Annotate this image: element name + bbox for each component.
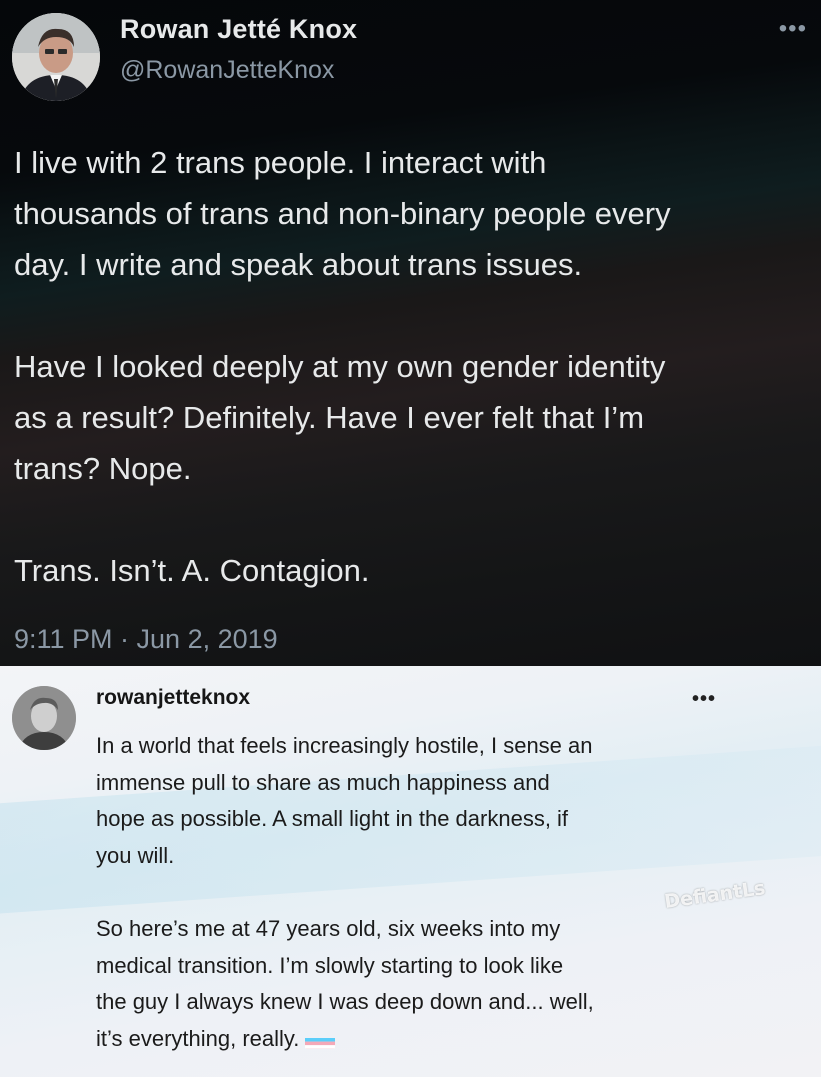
avatar[interactable] (12, 13, 100, 101)
transgender-flag-icon (305, 1031, 336, 1049)
user-handle[interactable]: @RowanJetteKnox (120, 56, 334, 85)
tweet-timestamp[interactable]: 9:11 PM · Jun 2, 2019 (14, 624, 278, 655)
caption-paragraph: In a world that feels increasingly hosti… (96, 733, 593, 868)
post-card: rowanjetteknox ••• In a world that feels… (0, 666, 821, 1077)
ellipsis-icon[interactable]: ••• (692, 688, 716, 711)
avatar[interactable] (12, 686, 76, 750)
tweet-card: Rowan Jetté Knox @RowanJetteKnox ••• I l… (0, 0, 821, 666)
tweet-text: I live with 2 trans people. I interact w… (14, 137, 814, 596)
display-name[interactable]: Rowan Jetté Knox (120, 14, 357, 45)
ellipsis-icon[interactable]: ••• (779, 17, 807, 41)
tweet-paragraph: Trans. Isn’t. A. Contagion. (14, 553, 370, 588)
avatar-image (12, 13, 100, 101)
caption-paragraph: So here’s me at 47 years old, six weeks … (96, 911, 756, 1057)
tweet-paragraph: Have I looked deeply at my own gender id… (14, 349, 666, 486)
avatar-image (12, 686, 76, 750)
post-caption: In a world that feels increasingly hosti… (96, 728, 756, 1057)
caption-text: So here’s me at 47 years old, six weeks … (96, 916, 594, 1051)
tweet-paragraph: I live with 2 trans people. I interact w… (14, 145, 671, 282)
post-username[interactable]: rowanjetteknox (96, 686, 250, 710)
